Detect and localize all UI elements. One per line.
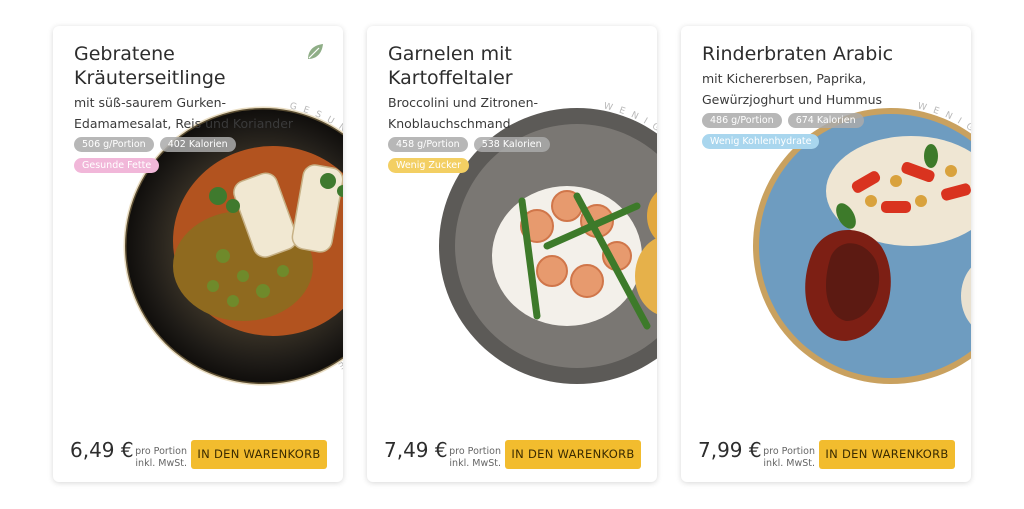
card-footer: 6,49 € pro Portion inkl. MwSt. IN DEN WA… xyxy=(53,430,343,482)
weight-tag: 506 g/Portion xyxy=(74,137,154,152)
card-footer: 7,99 € pro Portion inkl. MwSt. IN DEN WA… xyxy=(681,430,971,482)
price: 7,49 € xyxy=(384,438,448,462)
product-card[interactable]: WENIG ZUCKER WENIG ZUCKER Garnelen mit K xyxy=(367,26,657,482)
calories-tag: 538 Kalorien xyxy=(473,137,550,152)
card-footer: 7,49 € pro Portion inkl. MwSt. IN DEN WA… xyxy=(367,430,657,482)
price: 6,49 € xyxy=(70,438,134,462)
product-title[interactable]: Rinderbraten Arabic xyxy=(702,42,950,66)
product-title[interactable]: Gebratene Kräuterseitlinge xyxy=(74,42,322,90)
weight-tag: 458 g/Portion xyxy=(388,137,468,152)
tag-list: 506 g/Portion 402 Kalorien Gesunde Fette xyxy=(74,137,322,173)
tag-list: 458 g/Portion 538 Kalorien Wenig Zucker xyxy=(388,137,636,173)
calories-tag: 402 Kalorien xyxy=(159,137,236,152)
diet-tag: Wenig Zucker xyxy=(388,158,470,173)
product-subtitle: mit Kichererbsen, Paprika, Gewürzjoghurt… xyxy=(702,71,882,107)
product-title[interactable]: Garnelen mit Kartoffeltaler xyxy=(388,42,636,90)
price-note: pro Portion inkl. MwSt. xyxy=(449,446,501,469)
diet-tag: Wenig Kohlenhydrate xyxy=(702,134,820,149)
add-to-cart-button[interactable]: IN DEN WARENKORB xyxy=(505,440,641,469)
diet-tag: Gesunde Fette xyxy=(74,158,160,173)
price: 7,99 € xyxy=(698,438,762,462)
price-note: pro Portion inkl. MwSt. xyxy=(135,446,187,469)
product-subtitle: mit süß-saurem Gurken- Edamamesalat, Rei… xyxy=(74,95,294,131)
add-to-cart-button[interactable]: IN DEN WARENKORB xyxy=(191,440,327,469)
product-card[interactable]: WENIG KOHLENHYDRATE WENIG xyxy=(681,26,971,482)
product-card[interactable]: GESUNDE FETTE GESUNDE FETTE xyxy=(53,26,343,482)
weight-tag: 486 g/Portion xyxy=(702,113,782,128)
product-subtitle: Broccolini und Zitronen- Knoblauchschman… xyxy=(388,95,539,131)
tag-list: 486 g/Portion 674 Kalorien Wenig Kohlenh… xyxy=(702,113,950,149)
add-to-cart-button[interactable]: IN DEN WARENKORB xyxy=(819,440,955,469)
leaf-icon xyxy=(308,44,323,59)
price-note: pro Portion inkl. MwSt. xyxy=(763,446,815,469)
product-grid: GESUNDE FETTE GESUNDE FETTE xyxy=(0,0,1024,509)
calories-tag: 674 Kalorien xyxy=(787,113,864,128)
